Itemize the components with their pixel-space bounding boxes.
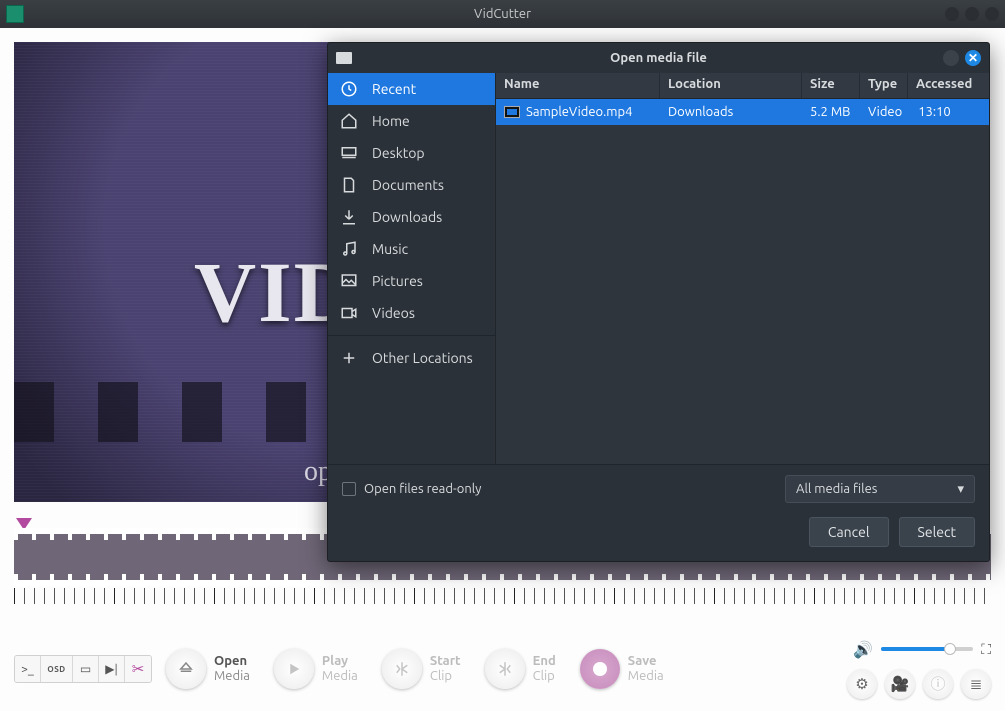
volume-slider[interactable] xyxy=(881,647,973,651)
settings-button[interactable]: ⚙ xyxy=(847,669,877,699)
volume-control[interactable]: 🔊 ⛶ xyxy=(853,640,991,659)
col-location[interactable]: Location xyxy=(660,73,802,98)
keyref-button[interactable]: ⓘ xyxy=(923,669,953,699)
video-file-icon xyxy=(504,106,520,118)
sidebar-item-label: Other Locations xyxy=(372,350,473,366)
dialog-minimize-icon[interactable] xyxy=(943,50,959,66)
sidebar-item-other-locations[interactable]: Other Locations xyxy=(328,342,495,374)
play-media-action[interactable]: PlayMedia xyxy=(274,649,358,689)
music-icon xyxy=(340,240,358,258)
sidebar-item-recent[interactable]: Recent xyxy=(328,73,495,105)
step-forward-button[interactable]: ▶| xyxy=(99,656,125,682)
select-button[interactable]: Select xyxy=(899,517,975,547)
col-size[interactable]: Size xyxy=(802,73,860,98)
clip-end-icon xyxy=(496,660,514,678)
file-filter-combo[interactable]: All media files ▾ xyxy=(785,475,975,503)
file-list-empty-area[interactable] xyxy=(496,125,989,464)
sidebar-item-desktop[interactable]: Desktop xyxy=(328,137,495,169)
menu-button[interactable]: ≣ xyxy=(961,669,991,699)
list-icon: ≣ xyxy=(970,675,983,693)
save-media-action[interactable]: SaveMedia xyxy=(580,649,664,689)
sidebar-item-home[interactable]: Home xyxy=(328,105,495,137)
readonly-checkbox[interactable]: Open files read-only xyxy=(342,482,481,496)
info-icon: ⓘ xyxy=(930,673,945,694)
sidebar-item-label: Desktop xyxy=(372,145,425,161)
eject-icon xyxy=(177,660,195,678)
mini-tool-group: >_ OSD ▭ ▶| ✂ xyxy=(14,655,152,683)
bottom-toolbar: >_ OSD ▭ ▶| ✂ OpenMedia PlayMedia StartC… xyxy=(14,637,991,701)
video-icon xyxy=(340,304,358,322)
places-sidebar: Recent Home Desktop Documents Downloads … xyxy=(328,73,496,464)
end-clip-action[interactable]: EndClip xyxy=(485,649,556,689)
col-name[interactable]: Name xyxy=(496,73,660,98)
sidebar-item-videos[interactable]: Videos xyxy=(328,297,495,329)
home-icon xyxy=(340,112,358,130)
col-type[interactable]: Type xyxy=(860,73,908,98)
download-icon xyxy=(340,208,358,226)
app-icon xyxy=(6,5,24,23)
console-button[interactable]: >_ xyxy=(15,656,41,682)
image-icon xyxy=(340,272,358,290)
document-icon xyxy=(340,176,358,194)
record-icon xyxy=(580,649,620,689)
sidebar-item-downloads[interactable]: Downloads xyxy=(328,201,495,233)
window-close-icon[interactable] xyxy=(985,7,999,21)
desktop-icon xyxy=(340,144,358,162)
file-name: SampleVideo.mp4 xyxy=(526,105,632,119)
file-type: Video xyxy=(860,105,910,119)
mediainfo-button[interactable]: 🎥 xyxy=(885,669,915,699)
plus-icon xyxy=(340,349,358,367)
chevron-down-icon: ▾ xyxy=(957,482,964,497)
camera-icon: 🎥 xyxy=(891,675,910,693)
open-media-dialog: Open media file ✕ Recent Home Desktop Do… xyxy=(327,42,990,562)
play-icon xyxy=(285,660,303,678)
gear-icon: ⚙ xyxy=(855,675,868,693)
open-media-action[interactable]: OpenMedia xyxy=(166,649,250,689)
sidebar-item-label: Downloads xyxy=(372,209,442,225)
app-title: VidCutter xyxy=(474,7,531,21)
titlebar[interactable]: VidCutter xyxy=(0,0,1005,28)
sidebar-item-label: Pictures xyxy=(372,273,423,289)
cancel-button[interactable]: Cancel xyxy=(809,517,889,547)
file-row[interactable]: SampleVideo.mp4 Downloads 5.2 MB Video 1… xyxy=(496,99,989,125)
checkbox-icon xyxy=(342,482,356,496)
file-accessed: 13:10 xyxy=(910,105,989,119)
window-maximize-icon[interactable] xyxy=(965,7,979,21)
sidebar-item-pictures[interactable]: Pictures xyxy=(328,265,495,297)
dialog-titlebar[interactable]: Open media file ✕ xyxy=(328,43,989,73)
readonly-label: Open files read-only xyxy=(364,482,481,496)
window-minimize-icon[interactable] xyxy=(945,7,959,21)
file-location: Downloads xyxy=(660,105,802,119)
osd-button[interactable]: OSD xyxy=(41,656,73,682)
sidebar-item-label: Recent xyxy=(372,81,416,97)
smartcut-button[interactable]: ✂ xyxy=(125,656,151,682)
clock-icon xyxy=(340,80,358,98)
dialog-title: Open media file xyxy=(610,51,707,65)
volume-icon: 🔊 xyxy=(853,640,873,659)
file-filter-label: All media files xyxy=(796,482,877,496)
sidebar-item-label: Music xyxy=(372,241,408,257)
fullscreen-icon[interactable]: ⛶ xyxy=(981,641,991,658)
sidebar-item-documents[interactable]: Documents xyxy=(328,169,495,201)
thumbnails-button[interactable]: ▭ xyxy=(73,656,99,682)
file-size: 5.2 MB xyxy=(802,105,860,119)
sidebar-item-label: Videos xyxy=(372,305,415,321)
column-headers[interactable]: Name Location Size Type Accessed xyxy=(496,73,989,99)
file-list-pane: Name Location Size Type Accessed SampleV… xyxy=(496,73,989,464)
sidebar-item-label: Home xyxy=(372,113,410,129)
dialog-close-icon[interactable]: ✕ xyxy=(965,50,981,66)
col-accessed[interactable]: Accessed xyxy=(908,73,989,98)
file-icon xyxy=(336,52,352,64)
sidebar-item-music[interactable]: Music xyxy=(328,233,495,265)
clip-start-icon xyxy=(393,660,411,678)
sidebar-item-label: Documents xyxy=(372,177,444,193)
time-ruler xyxy=(14,588,991,604)
start-clip-action[interactable]: StartClip xyxy=(382,649,461,689)
